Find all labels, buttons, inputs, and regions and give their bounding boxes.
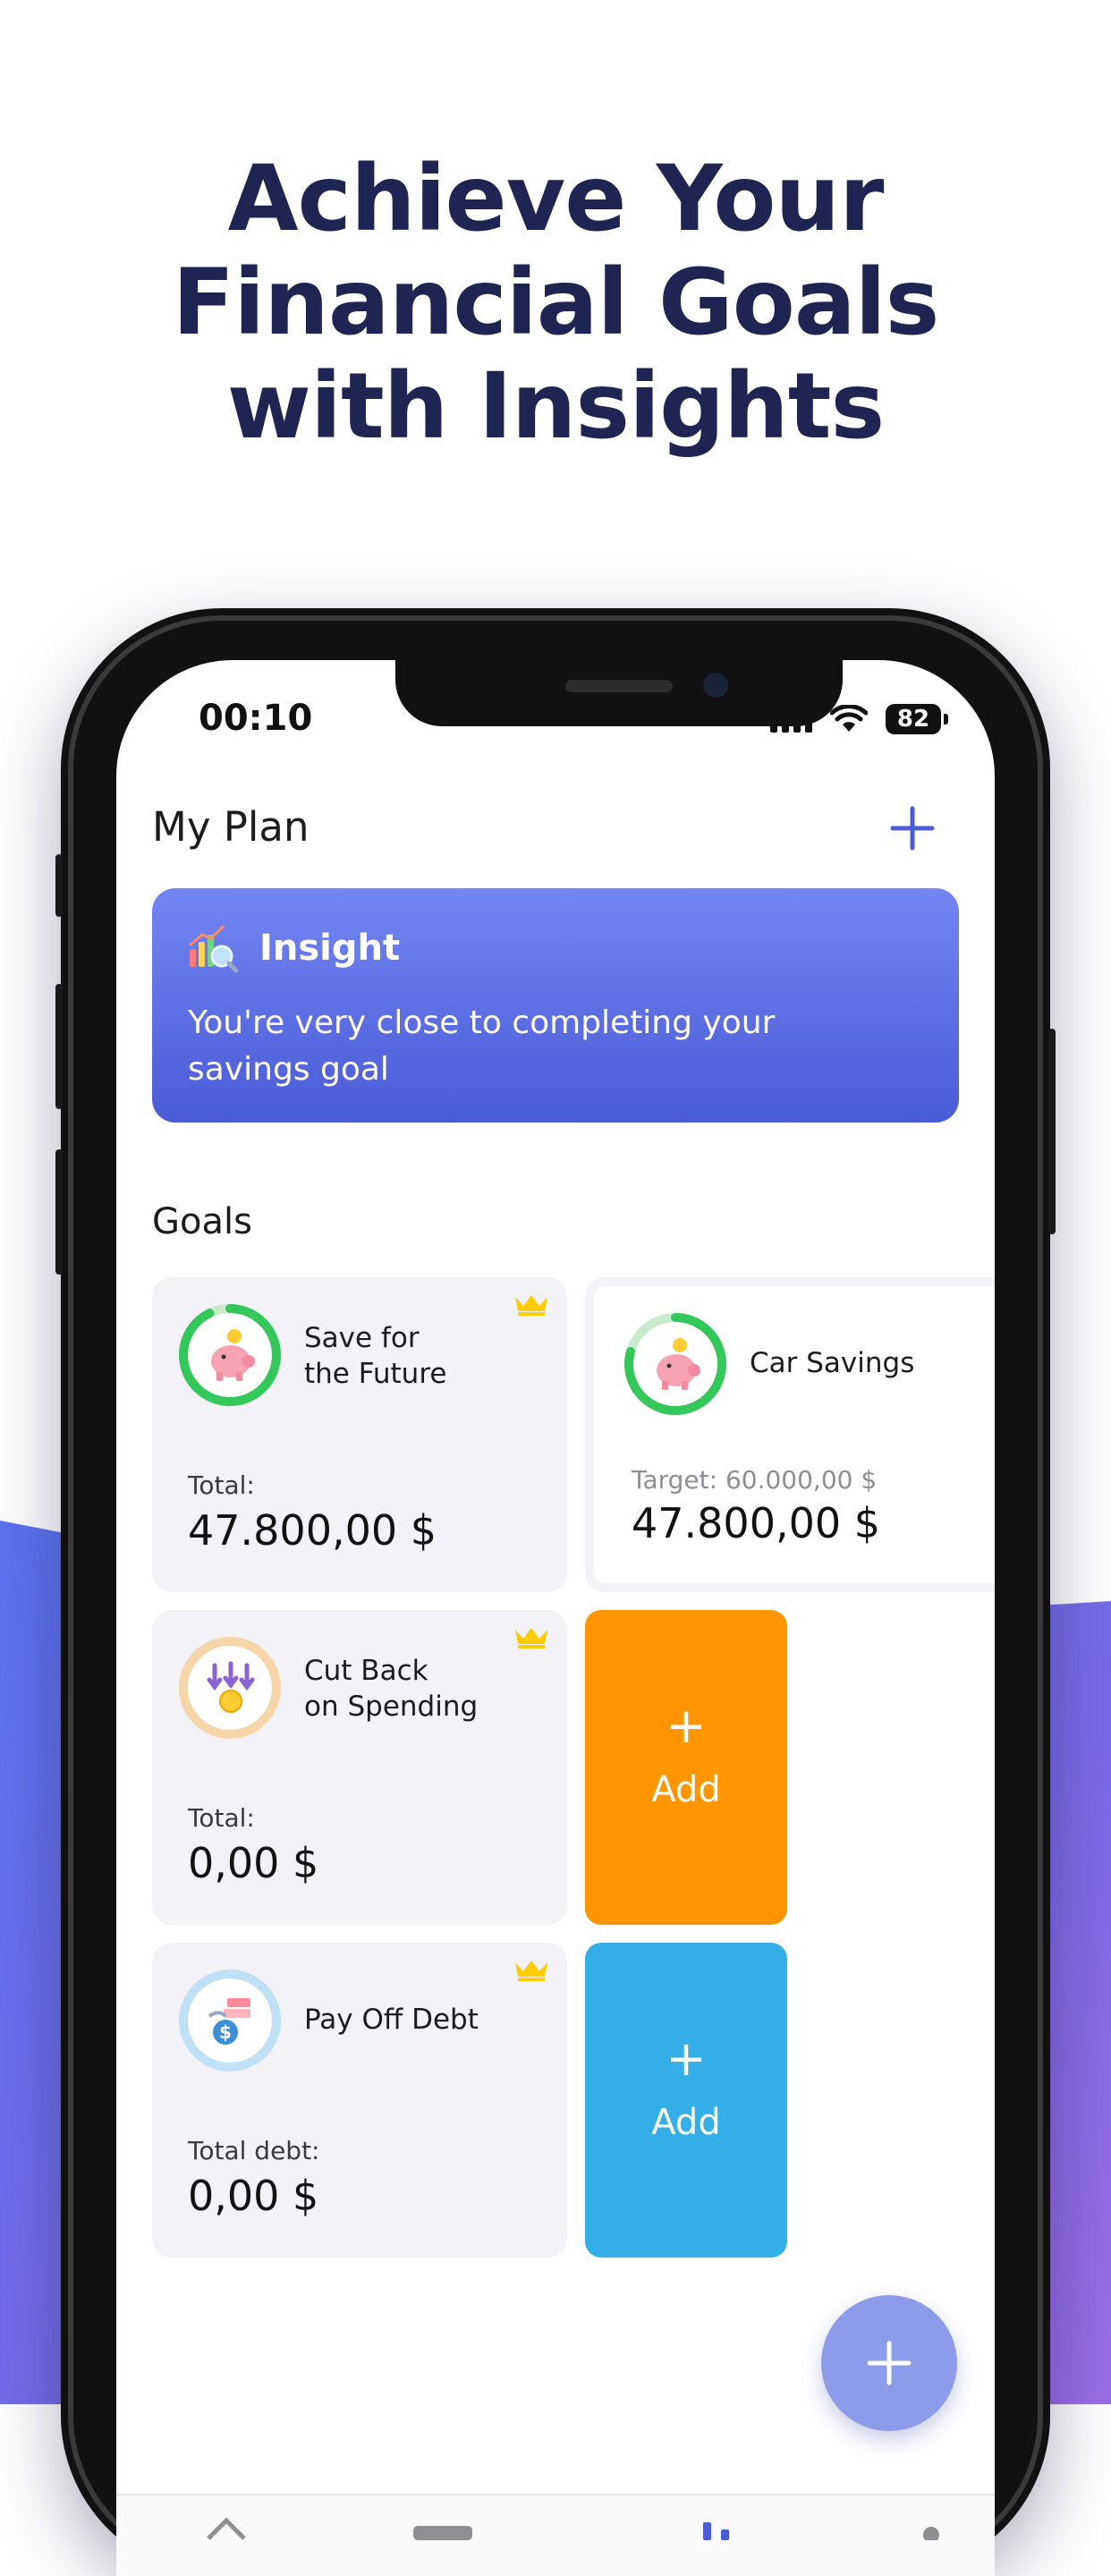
debt-icon: $ bbox=[208, 1998, 250, 2045]
goal-sub: Total debt: bbox=[188, 2136, 320, 2165]
chart-magnifier-icon bbox=[189, 924, 239, 973]
app-screen: 00:10 82 My Plan Insight You're very clo… bbox=[116, 660, 995, 2576]
goals-heading: Goals bbox=[152, 1201, 252, 1242]
add-goal-button[interactable]: + Add bbox=[585, 1610, 787, 1925]
profile-icon[interactable] bbox=[918, 2513, 945, 2540]
insight-title: Insight bbox=[259, 928, 401, 969]
goal-card-save-for-future[interactable]: Save for the Future Total: 47.800,00 $ bbox=[152, 1277, 567, 1592]
status-time: 00:10 bbox=[199, 698, 313, 739]
phone-side-button-silent bbox=[55, 854, 63, 917]
headline-line-2: Financial Goals bbox=[172, 250, 940, 356]
phone-frame: 00:10 82 My Plan Insight You're very clo… bbox=[55, 608, 1056, 2576]
phone-side-button-volume-down bbox=[55, 1149, 63, 1275]
headline-line-1: Achieve Your bbox=[227, 146, 885, 252]
insight-card[interactable]: Insight You're very close to completing … bbox=[152, 888, 959, 1123]
home-icon[interactable] bbox=[204, 2513, 249, 2540]
battery-level: 82 bbox=[896, 706, 930, 733]
add-label: Add bbox=[651, 2102, 721, 2143]
phone-side-button-volume-up bbox=[55, 984, 63, 1109]
battery-icon: 82 bbox=[886, 704, 948, 734]
goal-target: Target: 60.000,00 $ bbox=[632, 1465, 878, 1495]
wifi-icon bbox=[830, 705, 868, 732]
goal-amount: 47.800,00 $ bbox=[188, 1506, 437, 1555]
wallet-icon[interactable] bbox=[411, 2513, 474, 2540]
goal-label: Pay Off Debt bbox=[304, 2004, 479, 2036]
chart-icon[interactable] bbox=[700, 2513, 735, 2540]
goal-card-pay-off-debt[interactable]: $ Pay Off Debt Total debt: 0,00 $ bbox=[152, 1943, 567, 2258]
add-goal-button[interactable]: + Add bbox=[585, 1943, 787, 2258]
front-camera bbox=[703, 673, 728, 698]
headline-line-3: with Insights bbox=[226, 353, 885, 460]
goal-sub: Total: bbox=[188, 1470, 255, 1500]
plus-icon[interactable] bbox=[886, 801, 939, 855]
status-icons: 82 bbox=[770, 701, 948, 737]
svg-text:$: $ bbox=[219, 2021, 232, 2043]
goal-amount: 0,00 $ bbox=[188, 2172, 319, 2220]
goal-card-car-savings[interactable]: Car Savings Target: 60.000,00 $ 47.800,0… bbox=[585, 1277, 995, 1592]
insight-text: You're very close to completing your sav… bbox=[188, 1004, 776, 1088]
phone-side-button-power bbox=[1048, 1029, 1056, 1234]
piggy-bank-icon bbox=[211, 1329, 255, 1381]
add-plus-icon: + bbox=[666, 2030, 707, 2087]
floating-add-button[interactable] bbox=[821, 2295, 957, 2431]
add-plus-icon: + bbox=[666, 1698, 707, 1754]
add-label: Add bbox=[651, 1769, 721, 1810]
goal-label: Car Savings bbox=[750, 1347, 915, 1379]
tab-bar bbox=[116, 2494, 995, 2576]
cellular-signal-icon bbox=[770, 706, 812, 733]
goal-card-cut-back-spending[interactable]: Cut Back on Spending Total: 0,00 $ bbox=[152, 1610, 567, 1925]
goal-label: Cut Back on Spending bbox=[304, 1655, 479, 1723]
crown-icon bbox=[515, 1961, 547, 1981]
speaker-grille bbox=[565, 680, 673, 692]
goal-amount: 0,00 $ bbox=[188, 1839, 319, 1887]
goal-sub: Total: bbox=[188, 1803, 255, 1833]
goal-amount: 47.800,00 $ bbox=[632, 1499, 880, 1547]
plus-icon bbox=[867, 2341, 912, 2385]
crown-icon bbox=[515, 1628, 547, 1648]
page-title: My Plan bbox=[152, 803, 310, 851]
crown-icon bbox=[515, 1295, 547, 1316]
goal-label: Save for the Future bbox=[304, 1322, 447, 1390]
piggy-bank-icon bbox=[657, 1338, 700, 1390]
coins-down-icon bbox=[207, 1661, 255, 1713]
headline: Achieve Your Financial Goals with Insigh… bbox=[0, 148, 1111, 459]
